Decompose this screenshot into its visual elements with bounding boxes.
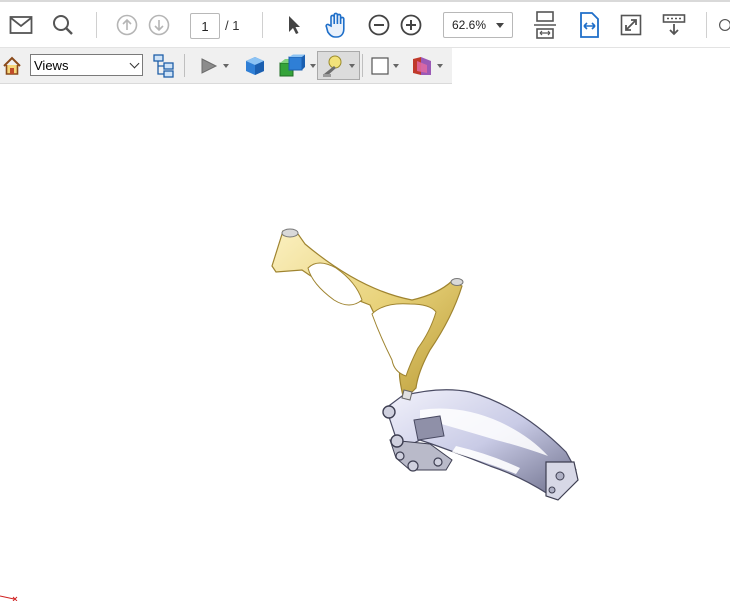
toolbar-separator (706, 12, 707, 38)
select-tool-icon[interactable] (282, 2, 306, 47)
main-frame-part[interactable] (271, 228, 464, 402)
model-tree-icon[interactable] (153, 48, 175, 83)
3d-viewport[interactable] (0, 84, 730, 602)
search-icon[interactable] (48, 2, 78, 47)
axis-triad-icon (0, 595, 18, 602)
play-animation-icon[interactable] (199, 48, 229, 83)
model-render-icon[interactable] (244, 48, 266, 83)
zoom-level-value: 62.6% (452, 18, 487, 32)
mail-icon[interactable] (6, 2, 36, 47)
page-total: / 1 (225, 17, 240, 33)
page-number-input[interactable]: 1 (190, 13, 220, 39)
views-dropdown[interactable]: Views (30, 54, 143, 76)
chevron-down-icon (496, 23, 504, 28)
cross-section-icon[interactable] (411, 48, 443, 83)
lighting-cube-icon[interactable] (278, 48, 316, 83)
home-view-icon[interactable] (2, 48, 22, 83)
chevron-down-icon (349, 63, 355, 68)
bicycle-frame-3d-model[interactable] (0, 84, 730, 602)
fit-page-icon[interactable] (532, 2, 558, 47)
swingarm-part[interactable] (382, 389, 579, 501)
read-mode-icon[interactable] (660, 2, 688, 47)
views-dropdown-value: Views (34, 57, 69, 73)
zoom-in-icon[interactable] (398, 2, 424, 47)
lighting-icon (323, 55, 342, 77)
page-up-icon[interactable] (114, 2, 140, 47)
toolbar-separator (184, 54, 185, 77)
chevron-down-icon (393, 63, 399, 68)
chevron-down-icon (437, 63, 443, 68)
comment-icon[interactable] (718, 2, 730, 47)
fullscreen-icon[interactable] (618, 2, 644, 47)
hand-tool-icon[interactable] (322, 2, 352, 47)
page-down-icon[interactable] (146, 2, 172, 47)
main-toolbar: 1 / 1 62.6% (0, 2, 730, 48)
lighting-button[interactable] (317, 51, 360, 80)
chevron-down-icon (129, 58, 140, 69)
toolbar-separator (362, 54, 363, 77)
fit-width-icon[interactable] (576, 2, 602, 47)
chevron-down-icon (310, 63, 316, 68)
3d-toolbar: Views (0, 48, 452, 84)
zoom-out-icon[interactable] (366, 2, 392, 47)
chevron-down-icon (223, 63, 229, 68)
toolbar-separator (262, 12, 263, 38)
background-color-icon[interactable] (371, 48, 399, 83)
zoom-level-dropdown[interactable]: 62.6% (443, 12, 513, 38)
toolbar-separator (96, 12, 97, 38)
